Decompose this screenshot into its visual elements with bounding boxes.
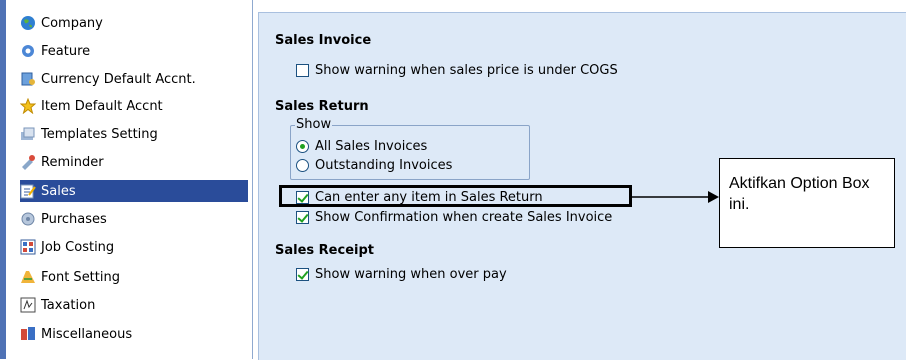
reminder-icon xyxy=(20,154,36,170)
sidebar-item-label: Purchases xyxy=(41,211,107,227)
sidebar-item-label: Font Setting xyxy=(41,269,120,285)
highlight-box xyxy=(279,185,632,207)
sidebar-item-taxation[interactable]: Taxation xyxy=(20,294,248,316)
sidebar-item-font-setting[interactable]: Font Setting xyxy=(20,266,248,288)
warn-under-cogs-option[interactable]: Show warning when sales price is under C… xyxy=(296,63,618,78)
job-costing-icon xyxy=(20,239,36,255)
sidebar-item-label: Sales xyxy=(41,183,76,199)
templates-icon xyxy=(20,126,36,142)
show-confirmation-checkbox[interactable] xyxy=(296,211,309,224)
sidebar-item-label: Company xyxy=(41,15,103,31)
sidebar-item-job-costing[interactable]: Job Costing xyxy=(20,236,248,258)
sidebar-item-label: Feature xyxy=(41,43,91,59)
sidebar-item-purchases[interactable]: Purchases xyxy=(20,208,248,230)
sidebar-item-label: Reminder xyxy=(41,154,104,170)
arrow-icon xyxy=(632,191,719,203)
sidebar-item-currency-default-accnt[interactable]: Currency Default Accnt. xyxy=(20,68,248,90)
globe-icon xyxy=(20,15,36,31)
outstanding-invoices-radio[interactable] xyxy=(296,159,309,172)
sidebar-item-label: Taxation xyxy=(41,297,96,313)
outstanding-invoices-option[interactable]: Outstanding Invoices xyxy=(296,158,452,173)
sales-return-heading: Sales Return xyxy=(275,99,369,114)
sidebar-item-label: Item Default Accnt xyxy=(41,98,163,114)
outstanding-invoices-label: Outstanding Invoices xyxy=(315,158,453,173)
show-confirmation-label: Show Confirmation when create Sales Invo… xyxy=(315,210,613,225)
warn-under-cogs-checkbox[interactable] xyxy=(296,64,309,77)
sidebar-item-templates-setting[interactable]: Templates Setting xyxy=(20,123,248,145)
sidebar-item-label: Currency Default Accnt. xyxy=(41,71,196,87)
warn-over-pay-option[interactable]: Show warning when over pay xyxy=(296,267,507,282)
all-sales-invoices-label: All Sales Invoices xyxy=(315,139,428,154)
sidebar-edge-bar xyxy=(0,0,6,359)
sidebar-item-label: Templates Setting xyxy=(41,126,158,142)
taxation-icon xyxy=(20,297,36,313)
warn-under-cogs-label: Show warning when sales price is under C… xyxy=(315,63,618,78)
sidebar-item-reminder[interactable]: Reminder xyxy=(20,151,248,173)
sales-invoice-heading: Sales Invoice xyxy=(275,33,372,48)
sidebar-item-label: Miscellaneous xyxy=(41,326,133,342)
settings-sidebar: Company Feature Currency Default Accnt. … xyxy=(0,0,253,359)
sidebar-item-item-default-accnt[interactable]: Item Default Accnt xyxy=(20,95,248,117)
gear-icon xyxy=(20,43,36,59)
all-sales-invoices-radio[interactable] xyxy=(296,140,309,153)
currency-icon xyxy=(20,71,36,87)
show-group-label: Show xyxy=(295,117,333,132)
sidebar-item-miscellaneous[interactable]: Miscellaneous xyxy=(20,323,248,345)
star-icon xyxy=(20,98,36,114)
sales-receipt-heading: Sales Receipt xyxy=(275,243,374,258)
sidebar-item-feature[interactable]: Feature xyxy=(20,40,248,62)
font-icon xyxy=(20,269,36,285)
purchases-icon xyxy=(20,211,36,227)
warn-over-pay-label: Show warning when over pay xyxy=(315,267,507,282)
callout-box: Aktifkan Option Box ini. xyxy=(719,158,895,248)
sidebar-item-label: Job Costing xyxy=(41,239,115,255)
misc-icon xyxy=(20,326,36,342)
all-sales-invoices-option[interactable]: All Sales Invoices xyxy=(296,139,427,154)
show-confirmation-option[interactable]: Show Confirmation when create Sales Invo… xyxy=(296,210,612,225)
sales-icon xyxy=(20,183,36,199)
show-group-box: Show All Sales Invoices Outstanding Invo… xyxy=(290,117,530,180)
sidebar-item-company[interactable]: Company xyxy=(20,12,248,34)
warn-over-pay-checkbox[interactable] xyxy=(296,268,309,281)
sidebar-item-sales[interactable]: Sales xyxy=(20,180,248,202)
